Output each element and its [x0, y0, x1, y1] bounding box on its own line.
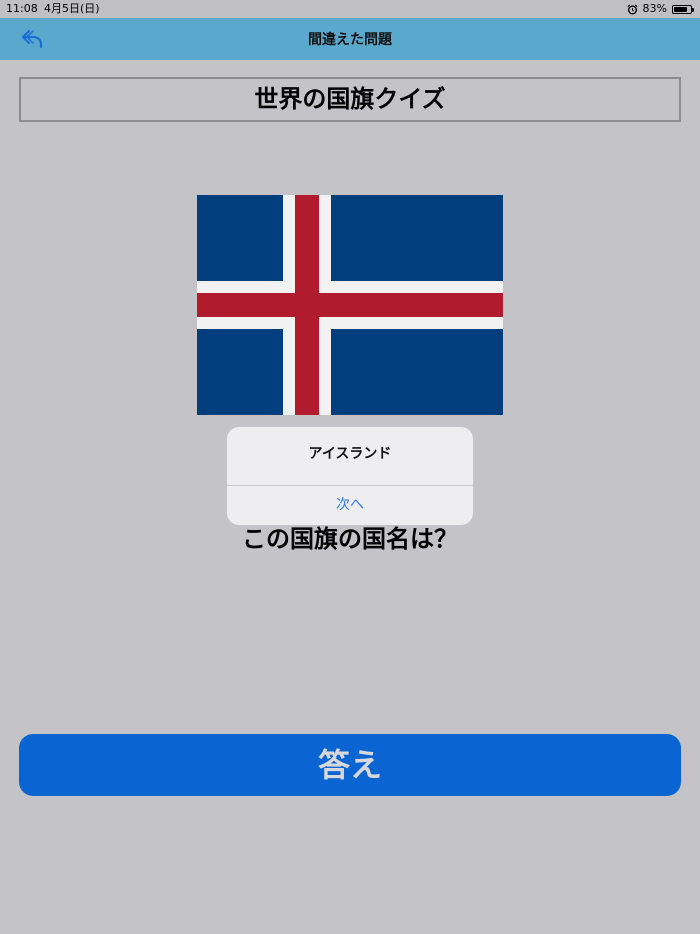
answer-button[interactable]: 答え — [19, 734, 681, 796]
answer-alert: アイスランド 次へ — [227, 427, 473, 525]
question-text: この国旗の国名は？ — [242, 525, 458, 553]
battery-fill — [674, 6, 688, 12]
battery-percent: 83% — [642, 2, 667, 15]
next-button[interactable]: 次へ — [227, 486, 473, 525]
battery-icon — [672, 4, 694, 14]
status-bar: 11:08 4月5日(日) 83% — [0, 0, 700, 18]
nav-title: 間違えた問題 — [308, 32, 392, 48]
status-time: 11:08 — [6, 2, 38, 15]
nav-bar: 間違えた問題 — [0, 18, 700, 60]
flag-image — [197, 195, 503, 415]
quiz-title: 世界の国旗クイズ — [19, 77, 681, 122]
status-right: 83% — [627, 0, 694, 18]
alarm-clock-icon — [627, 3, 638, 14]
status-date: 4月5日(日) — [44, 2, 100, 15]
alert-title: アイスランド — [308, 446, 392, 462]
flag-cross-horizontal — [197, 293, 503, 317]
battery-tip — [692, 7, 694, 12]
